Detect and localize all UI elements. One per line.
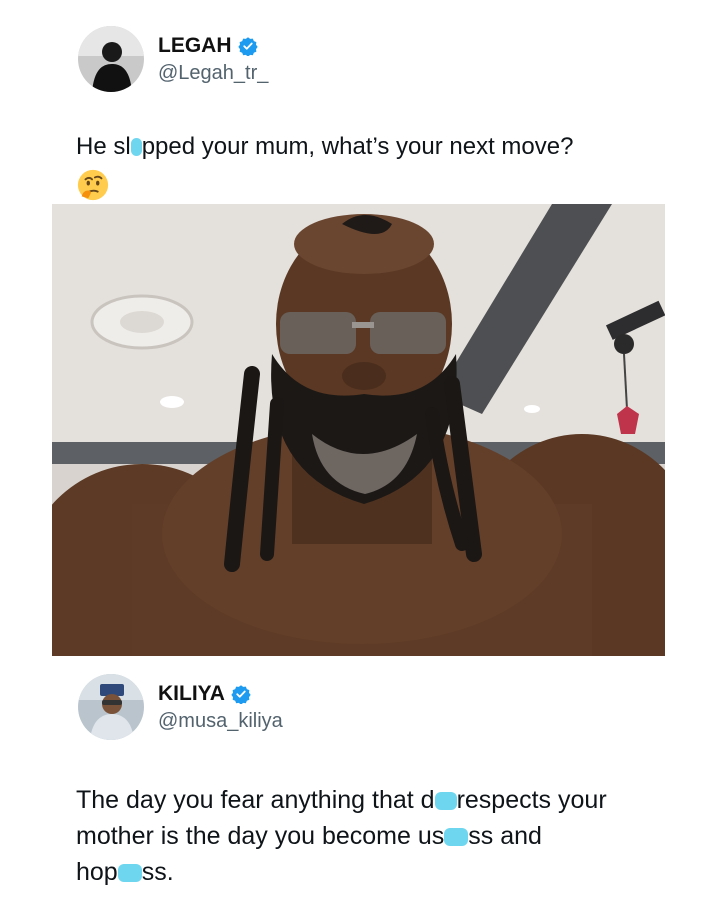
censor-highlight	[444, 828, 469, 846]
tweet1-text-part1: He sl	[76, 133, 131, 160]
verified-badge-icon	[231, 685, 251, 704]
tweet2-line2: mother is the day you become us ss and	[76, 818, 696, 854]
censor-highlight	[117, 864, 142, 882]
tweet2-display-name[interactable]: KILIYA	[158, 681, 283, 706]
tweet2-line3-part2: ss.	[141, 858, 174, 886]
tweet2-handle[interactable]: @musa_kiliya	[158, 709, 283, 733]
tweet2-name-text: KILIYA	[158, 682, 225, 706]
tweet1-text: He sl pped your mum, what’s your next mov…	[76, 130, 676, 164]
tweet1-header: LEGAH @Legah_tr_	[78, 26, 268, 92]
tweet1-name-text: LEGAH	[158, 34, 232, 58]
tweet2-line3-part1: hop	[76, 858, 118, 886]
tweet2-line3: hop ss.	[76, 854, 696, 890]
tweet2-line2-part1: mother is the day you become us	[76, 822, 445, 850]
avatar-photo-icon	[78, 26, 144, 92]
avatar-photo-icon	[78, 674, 144, 740]
tweet1-avatar[interactable]	[78, 26, 144, 92]
censor-highlight	[434, 792, 457, 810]
tweet2-header: KILIYA @musa_kiliya	[78, 674, 283, 740]
thinking-face-icon	[77, 169, 109, 201]
tweet1-handle[interactable]: @Legah_tr_	[158, 61, 268, 85]
tweet2-line1-part1: The day you fear anything that d	[76, 786, 435, 814]
tweet1-text-part2: pped your mum, what’s your next move?	[141, 133, 574, 160]
tweet2-text: The day you fear anything that d respects…	[76, 782, 696, 890]
censor-highlight	[130, 138, 142, 156]
tweet2-avatar[interactable]	[78, 674, 144, 740]
tweet2-line1-part2: respects your	[456, 786, 607, 814]
tweet2-line1: The day you fear anything that d respects…	[76, 782, 696, 818]
tweet2-line2-part2: ss and	[468, 822, 542, 850]
tweet1-photo[interactable]	[52, 204, 665, 656]
verified-badge-icon	[237, 37, 258, 56]
photo-muscular-man-image	[52, 204, 665, 656]
tweet1-display-name[interactable]: LEGAH	[158, 33, 268, 58]
